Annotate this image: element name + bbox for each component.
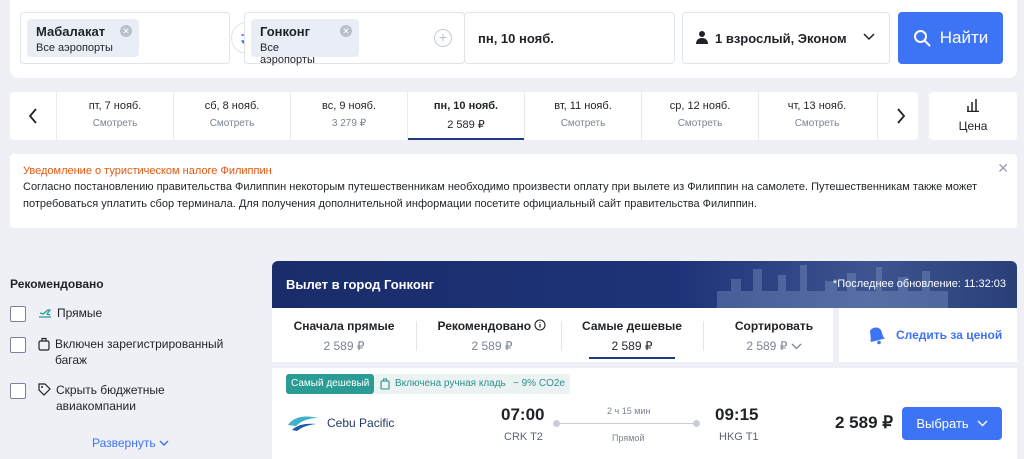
passengers-field[interactable]: 1 взрослый, Эконом	[682, 12, 890, 64]
chevron-down-icon	[791, 343, 802, 350]
destination-airports: Все аэропорты	[260, 42, 315, 66]
flight-duration: 2 ч 15 мин	[607, 406, 651, 416]
chevron-down-icon	[159, 440, 169, 446]
checkbox[interactable]	[10, 383, 26, 399]
luggage-icon	[380, 378, 390, 390]
chevron-left-icon	[28, 108, 37, 124]
origin-field[interactable]: Мабалакат Все аэропорты ✕	[20, 12, 230, 64]
passengers-value: 1 взрослый, Эконом	[715, 31, 847, 46]
chevron-right-icon	[896, 108, 905, 124]
remove-origin-icon[interactable]: ✕	[120, 25, 132, 37]
destination-field[interactable]: Гонконг Все аэропорты ✕ +	[244, 12, 465, 66]
add-destination-icon[interactable]: +	[434, 29, 452, 47]
airline: Cebu Pacific	[286, 413, 394, 433]
route-end-dot	[693, 420, 700, 427]
destination-city: Гонконг	[260, 24, 311, 39]
date-strip: пт, 7 нояб. Смотреть сб, 8 нояб. Смотрет…	[10, 92, 918, 140]
tax-notice: Уведомление о туристическом налоге Филип…	[10, 154, 1017, 228]
route-start-dot	[553, 420, 560, 427]
cheapest-badge: Самый дешевый	[286, 374, 375, 394]
flight-price: 2 589 ₽	[835, 413, 894, 432]
flight-card[interactable]: Самый дешевый Включена ручная кладь ~ 9%…	[272, 368, 1017, 459]
price-chart-button[interactable]: Цена	[929, 92, 1017, 140]
destination-chip[interactable]: Гонконг Все аэропорты ✕	[251, 19, 359, 66]
prev-dates-button[interactable]	[10, 92, 56, 140]
filters-title: Рекомендовано	[10, 277, 104, 291]
close-icon[interactable]: ✕	[997, 160, 1009, 177]
hand-luggage-badge: Включена ручная кладь	[374, 374, 511, 394]
search-icon	[913, 30, 931, 47]
bar-chart-icon	[967, 99, 979, 113]
date-option[interactable]: чт, 13 нояб. Смотреть	[758, 92, 875, 140]
sort-recommended[interactable]: Рекомендовано 2 589 ₽	[417, 308, 567, 362]
origin-city: Мабалакат	[36, 24, 106, 39]
date-value: пн, 10 нояб.	[478, 31, 554, 46]
select-button[interactable]: Выбрать	[902, 407, 1002, 440]
chevron-down-icon	[977, 420, 988, 427]
origin-airports: Все аэропорты	[36, 42, 113, 54]
departure-time: 07:00	[501, 405, 545, 424]
track-price-label: Следить за ценой	[896, 328, 1003, 342]
sort-bar: Сначала прямые 2 589 ₽ Рекомендовано 2 5…	[272, 308, 833, 362]
find-button[interactable]: Найти	[898, 12, 1003, 64]
remove-destination-icon[interactable]: ✕	[340, 25, 352, 37]
notice-title: Уведомление о туристическом налоге Филип…	[23, 165, 272, 177]
date-option[interactable]: вс, 9 нояб. 3 279 ₽	[290, 92, 407, 140]
route-line	[556, 423, 697, 424]
checkbox[interactable]	[10, 306, 26, 322]
find-label: Найти	[939, 28, 989, 47]
bell-icon	[870, 327, 885, 345]
filter-baggage[interactable]: Включен зарегистрированный багаж	[10, 336, 235, 368]
stops-label: Прямой	[612, 433, 645, 443]
results-title: Вылет в город Гонконг	[286, 277, 435, 292]
checkbox[interactable]	[10, 337, 26, 353]
search-panel: Мабалакат Все аэропорты ✕ Гонконг Все аэ…	[10, 0, 1017, 78]
sort-more[interactable]: Сортировать 2 589 ₽	[704, 308, 844, 362]
arrival-airport: HKG T1	[719, 431, 759, 443]
filter-budget[interactable]: Скрыть бюджетные авиакомпании	[10, 382, 235, 414]
last-updated: *Последнее обновление: 11:32:03	[832, 278, 1006, 290]
luggage-icon	[38, 337, 50, 351]
next-dates-button[interactable]	[877, 92, 923, 140]
date-option[interactable]: пт, 7 нояб. Смотреть	[56, 92, 173, 140]
track-price-button[interactable]: Следить за ценой	[839, 308, 1017, 362]
date-option[interactable]: ср, 12 нояб. Смотреть	[641, 92, 758, 140]
airline-name: Cebu Pacific	[327, 416, 395, 430]
info-icon	[534, 319, 547, 331]
expand-filters-link[interactable]: Развернуть	[92, 436, 169, 450]
results-header: Вылет в город Гонконг *Последнее обновле…	[272, 261, 1017, 308]
sort-cheapest[interactable]: Самые дешевые 2 589 ₽	[562, 308, 702, 362]
chevron-down-icon	[863, 33, 875, 41]
direct-flight-icon	[39, 309, 52, 318]
price-label: Цена	[958, 119, 988, 133]
co2-badge: ~ 9% CO2e	[508, 374, 570, 394]
notice-body: Согласно постановлению правительства Фил…	[23, 181, 977, 210]
origin-chip[interactable]: Мабалакат Все аэропорты ✕	[27, 19, 139, 57]
filter-direct[interactable]: Прямые	[10, 305, 102, 322]
date-option[interactable]: сб, 8 нояб. Смотреть	[173, 92, 290, 140]
person-icon	[696, 31, 708, 44]
sort-direct-first[interactable]: Сначала прямые 2 589 ₽	[274, 308, 414, 362]
departure-airport: CRK T2	[504, 431, 543, 443]
date-option[interactable]: вт, 11 нояб. Смотреть	[524, 92, 641, 140]
arrival-time: 09:15	[715, 405, 759, 424]
cebu-pacific-logo-icon	[288, 416, 318, 431]
date-option-selected[interactable]: пн, 10 нояб. 2 589 ₽	[407, 92, 524, 140]
date-field[interactable]: пн, 10 нояб.	[464, 12, 675, 64]
tag-icon	[38, 383, 51, 396]
